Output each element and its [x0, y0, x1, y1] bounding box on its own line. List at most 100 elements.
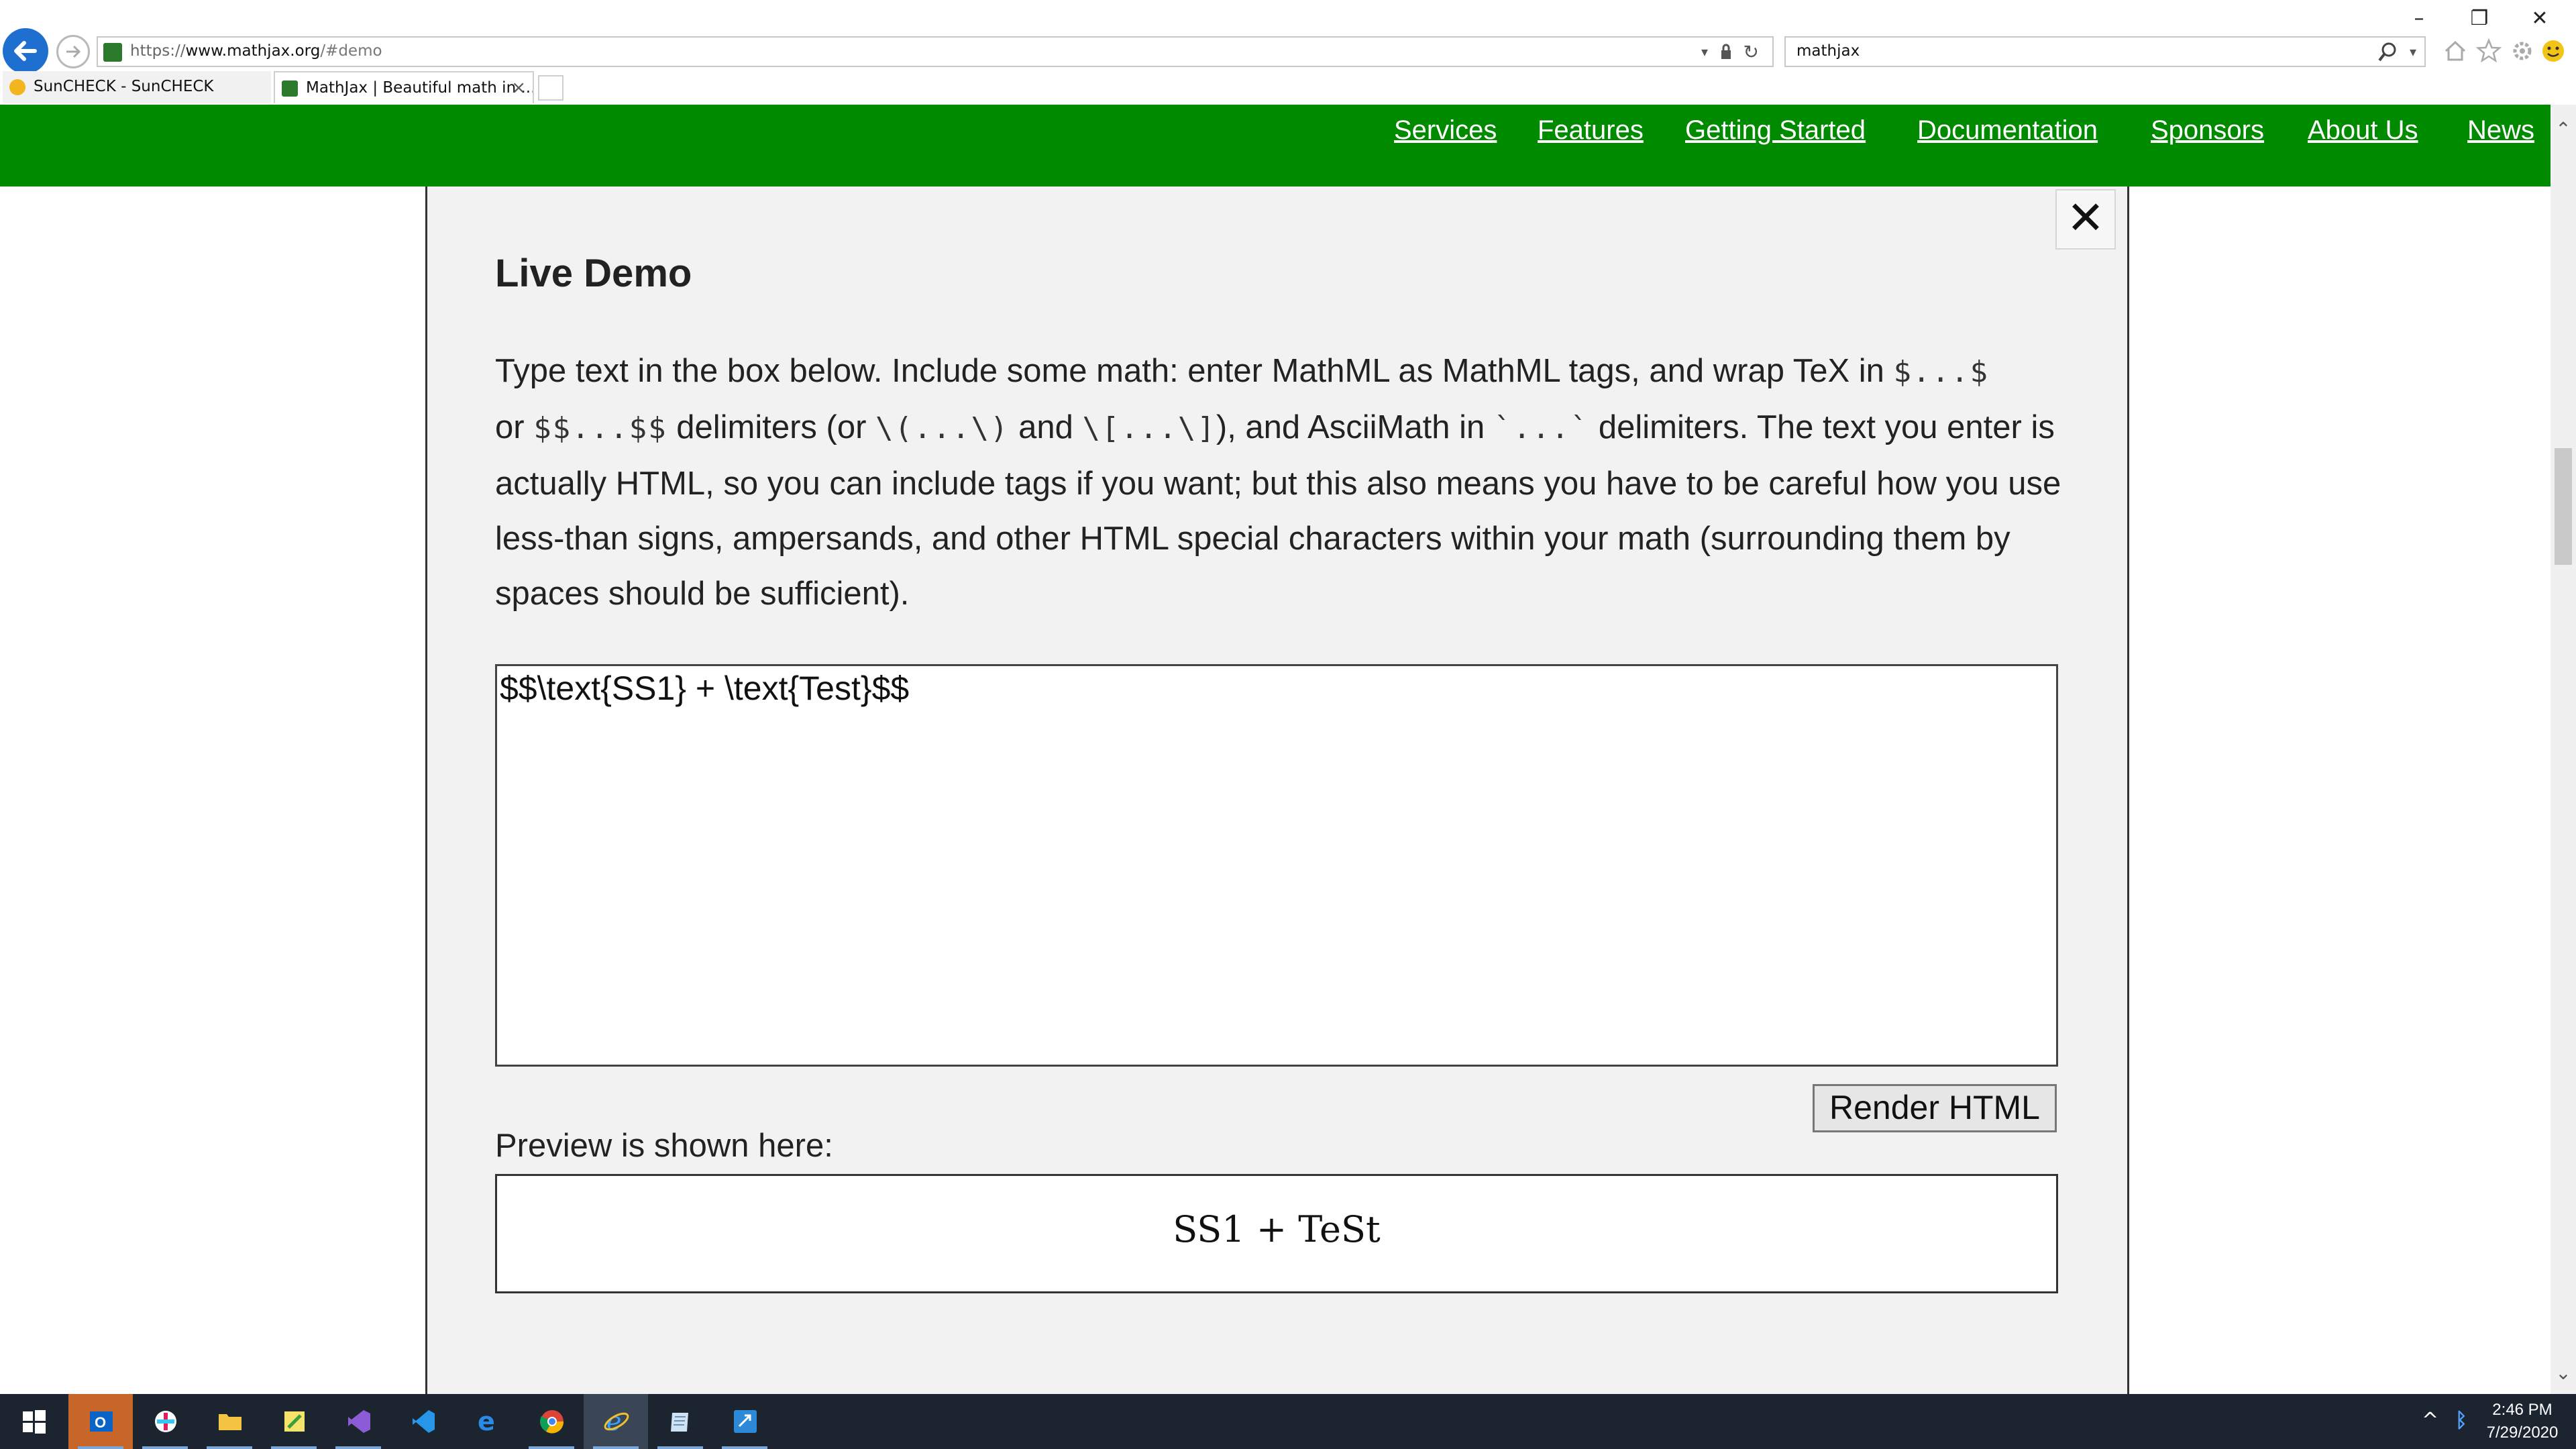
tab-suncheck[interactable]: SunCHECK - SunCHECK — [3, 71, 271, 103]
tab-label: SunCHECK - SunCHECK — [34, 78, 214, 95]
suncheck-favicon-icon — [9, 79, 25, 95]
url-protocol: https:// — [130, 42, 186, 60]
nav-features[interactable]: Features — [1538, 115, 1644, 146]
preview-math: SS1 + TeSt — [1173, 1208, 1381, 1250]
taskbar-slack[interactable] — [133, 1394, 197, 1449]
demo-instructions: Type text in the box below. Include some… — [495, 343, 2065, 621]
preview-box: SS1 + TeSt — [495, 1174, 2058, 1293]
active-indicator — [593, 1446, 639, 1449]
minimize-button[interactable]: – — [2400, 5, 2438, 32]
svg-text:e: e — [478, 1407, 495, 1436]
page-scrollbar[interactable]: ⌃ ⌄ — [2551, 105, 2576, 1394]
nav-about-us[interactable]: About Us — [2308, 115, 2418, 146]
taskbar-vs-code[interactable] — [390, 1394, 455, 1449]
forward-button[interactable] — [56, 35, 90, 68]
nav-sponsors[interactable]: Sponsors — [2151, 115, 2264, 146]
active-indicator — [722, 1446, 767, 1449]
search-dropdown-icon[interactable]: ▾ — [2410, 44, 2416, 60]
nav-news[interactable]: News — [2467, 115, 2534, 146]
scroll-thumb[interactable] — [2555, 448, 2572, 565]
sticky-notes-icon — [284, 1411, 305, 1432]
intro-code: $...$ — [1893, 355, 1989, 389]
taskbar-notepad[interactable] — [648, 1394, 712, 1449]
active-indicator — [335, 1446, 381, 1449]
edge-icon: e — [478, 1407, 495, 1436]
search-icon[interactable] — [2377, 42, 2398, 63]
intro-text: and — [1009, 409, 1083, 445]
visual-studio-icon — [348, 1410, 370, 1433]
active-indicator — [78, 1446, 123, 1449]
address-dropdown-icon[interactable]: ▾ — [1701, 44, 1708, 60]
mathjax-favicon-icon — [282, 80, 298, 97]
favorites-star-icon[interactable] — [2475, 38, 2502, 64]
lock-icon[interactable] — [1720, 43, 1732, 60]
bluetooth-icon[interactable]: ᛒ — [2455, 1409, 2467, 1432]
chrome-icon — [540, 1410, 564, 1434]
active-indicator — [271, 1446, 317, 1449]
forward-arrow-icon — [66, 45, 81, 58]
intro-text: ), and AsciiMath in — [1216, 409, 1494, 445]
taskbar-internet-explorer[interactable]: e — [584, 1394, 648, 1449]
windows-start-icon — [23, 1410, 46, 1434]
svg-text:O: O — [95, 1414, 106, 1431]
site-nav: Services Features Getting Started Docume… — [0, 105, 2551, 186]
active-indicator — [529, 1446, 574, 1449]
folder-icon — [219, 1414, 241, 1430]
scroll-down-icon[interactable]: ⌄ — [2551, 1362, 2576, 1389]
slack-icon — [155, 1411, 176, 1432]
outlook-icon: O — [90, 1411, 113, 1432]
tab-close-icon[interactable]: × — [511, 72, 526, 103]
refresh-icon[interactable]: ↻ — [1743, 41, 1759, 63]
taskbar-outlook[interactable]: O — [68, 1394, 133, 1449]
internet-explorer-icon: e — [604, 1407, 629, 1436]
taskbar-chrome[interactable] — [519, 1394, 584, 1449]
math-input-textarea[interactable]: $$\text{SS1} + \text{Test}$$ — [495, 664, 2058, 1067]
new-tab-button[interactable] — [538, 75, 564, 101]
render-html-button[interactable]: Render HTML — [1813, 1084, 2057, 1132]
address-bar[interactable]: https://www.mathjax.org/#demo ▾ ↻ — [97, 36, 1774, 67]
nav-documentation[interactable]: Documentation — [1917, 115, 2098, 146]
vs-code-icon — [413, 1410, 435, 1433]
intro-text: or — [495, 409, 534, 445]
taskbar-remote-desktop[interactable] — [712, 1394, 777, 1449]
address-url[interactable]: https://www.mathjax.org/#demo — [130, 42, 382, 60]
clock-time[interactable]: 2:46 PM — [2482, 1401, 2563, 1419]
nav-getting-started[interactable]: Getting Started — [1685, 115, 1866, 146]
taskbar-edge[interactable]: e — [455, 1394, 519, 1449]
remote-desktop-icon — [734, 1410, 757, 1433]
tab-strip: SunCHECK - SunCHECK MathJax | Beautiful … — [0, 71, 2576, 105]
clock-date[interactable]: 7/29/2020 — [2475, 1424, 2569, 1442]
close-icon: ✕ — [2066, 192, 2105, 245]
url-host: www.mathjax.org — [185, 42, 321, 60]
back-arrow-icon — [14, 41, 37, 61]
intro-code: \(...\) — [875, 411, 1010, 445]
close-demo-button[interactable]: ✕ — [2055, 189, 2116, 250]
site-favicon-icon — [103, 43, 122, 62]
window-close-button[interactable]: ✕ — [2521, 5, 2559, 32]
taskbar-sticky-notes[interactable] — [262, 1394, 326, 1449]
active-indicator — [142, 1446, 188, 1449]
tray-overflow-icon[interactable]: ^ — [2422, 1409, 2438, 1432]
settings-gear-icon[interactable] — [2509, 38, 2536, 64]
start-button[interactable] — [0, 1394, 64, 1449]
restore-button[interactable]: ❐ — [2461, 5, 2498, 32]
taskbar-file-explorer[interactable] — [197, 1394, 262, 1449]
intro-code: $$...$$ — [533, 411, 667, 445]
demo-title: Live Demo — [495, 252, 692, 295]
url-path: /#demo — [320, 42, 382, 60]
home-icon[interactable] — [2442, 38, 2469, 64]
intro-code: `...` — [1493, 411, 1590, 445]
nav-services[interactable]: Services — [1394, 115, 1497, 146]
intro-text: delimiters (or — [667, 409, 876, 445]
back-button[interactable] — [3, 28, 48, 74]
scroll-up-icon[interactable]: ⌃ — [2551, 118, 2576, 145]
search-bar[interactable]: mathjax ▾ — [1784, 36, 2426, 67]
notepad-icon — [671, 1413, 688, 1432]
active-indicator — [207, 1446, 252, 1449]
preview-label: Preview is shown here: — [495, 1128, 833, 1164]
feedback-smiley-icon[interactable] — [2540, 38, 2567, 64]
search-input[interactable]: mathjax — [1796, 42, 1860, 60]
browser-chrome: https://www.mathjax.org/#demo ▾ ↻ mathja… — [0, 0, 2576, 105]
taskbar-visual-studio[interactable] — [326, 1394, 390, 1449]
tab-mathjax[interactable]: MathJax | Beautiful math in ... × — [274, 71, 534, 103]
